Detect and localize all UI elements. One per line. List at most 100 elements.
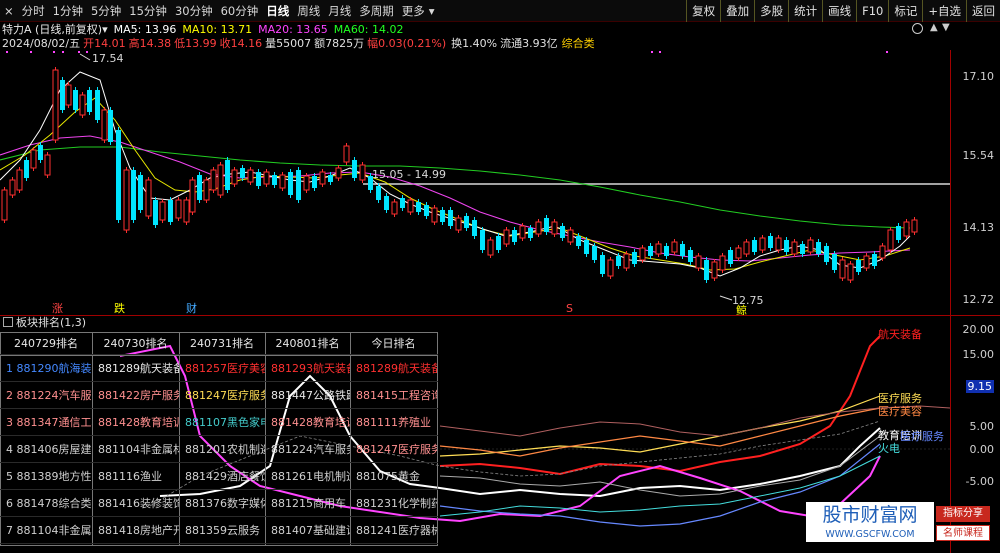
period-toolbar: × 分时 1分钟 5分钟 15分钟 30分钟 60分钟 日线 周线 月线 多周期…	[0, 0, 1000, 22]
ma20-value: MA20: 13.65	[258, 22, 328, 36]
chevron-up-icon[interactable]: ▲	[930, 22, 938, 33]
candle-body	[30, 149, 37, 169]
ranking-axis-label: 20.00	[962, 323, 995, 336]
close-icon[interactable]	[3, 317, 13, 327]
course-tag[interactable]: 名师课程	[936, 525, 990, 541]
candle-body	[719, 255, 726, 271]
candle-body	[391, 201, 398, 215]
candle-body	[856, 260, 861, 272]
tab-weekly[interactable]: 周线	[293, 3, 324, 19]
change-value: 幅0.03(0.21%)	[367, 37, 447, 50]
tab-1min[interactable]: 1分钟	[49, 3, 87, 19]
table-cell: 3 881347通信工程	[6, 416, 92, 429]
table-cell: 881428教育培训	[98, 416, 179, 429]
ma10-value: MA10: 13.71	[182, 22, 253, 36]
candle-body	[711, 261, 718, 279]
table-row[interactable]: 6 881478综合类 881416装修装饰 881376数字媒体 881215商用车…	[0, 490, 438, 517]
indicator-share-tag[interactable]: 指标分享	[936, 506, 990, 522]
f10-button[interactable]: F10	[856, 0, 888, 22]
restore-rights-button[interactable]: 复权	[686, 0, 720, 22]
candle-body	[455, 217, 462, 231]
candle-body	[440, 210, 445, 222]
event-die[interactable]: 跌	[114, 301, 125, 315]
tab-monthly[interactable]: 月线	[324, 3, 355, 19]
quote-info-row: 2024/08/02/五 开14.01 高14.38 低13.99 收14.16…	[0, 36, 1000, 50]
candle-body	[464, 216, 469, 228]
table-row[interactable]: 4 881406房屋建设 881104非金属材料 881201农机制造 881224汽…	[0, 436, 438, 463]
sector-label[interactable]: 综合类	[562, 35, 595, 51]
event-zhang[interactable]: 涨	[52, 302, 63, 315]
close-icon[interactable]: ×	[0, 4, 18, 18]
tab-more[interactable]: 更多	[398, 3, 429, 19]
float-value: 流通3.93亿	[500, 37, 558, 50]
tab-multi-period[interactable]: 多周期	[355, 3, 398, 19]
table-row[interactable]: 1 881290航海装备 881289航天装备 881257医疗美容 881293航天…	[0, 355, 438, 382]
sector-annotation: 火电	[878, 442, 900, 455]
candle-body	[52, 69, 59, 141]
chevron-down-icon[interactable]: ▾	[429, 4, 435, 18]
table-row[interactable]: 3 881347通信工程 881428教育培训 881107黑色家电 881428教育…	[0, 409, 438, 436]
candle-body	[240, 168, 245, 178]
ranking-axis-label: 0.00	[969, 443, 995, 456]
candle-body	[791, 241, 798, 255]
table-row[interactable]: 2 881224汽车服务 881422房产服务 881247医疗服务 881447公路…	[0, 382, 438, 409]
candle-body	[123, 169, 130, 231]
tab-15min[interactable]: 15分钟	[125, 3, 171, 19]
price-axis-label: 12.72	[962, 293, 995, 306]
candle-body	[116, 130, 121, 220]
draw-line-button[interactable]: 画线	[822, 0, 856, 22]
candle-body	[503, 229, 510, 245]
table-cell: 881422房产服务	[98, 389, 179, 402]
candle-body	[872, 254, 877, 266]
chevron-down-icon[interactable]: ▾	[102, 23, 108, 36]
turnover-value: 换1.40%	[451, 37, 498, 50]
event-cai[interactable]: 财	[186, 301, 197, 315]
candle-body	[759, 237, 766, 251]
open-price: 开14.01	[83, 37, 126, 50]
candle-body	[896, 226, 901, 240]
tab-daily[interactable]: 日线	[262, 3, 293, 19]
candle-body	[352, 160, 357, 178]
statistics-button[interactable]: 统计	[788, 0, 822, 22]
candle-body	[319, 171, 326, 185]
lower-panel-title[interactable]: 板块排名(1,3)	[16, 316, 86, 329]
candle-body	[639, 247, 646, 261]
settings-circle-icon[interactable]	[912, 23, 923, 34]
table-row[interactable]: 5 881389地方性银行 881116渔业 881429酒店餐饮 881261电机制…	[0, 463, 438, 490]
tab-60min[interactable]: 60分钟	[217, 3, 263, 19]
candle-body	[784, 240, 789, 252]
price-axis: 17.10 15.54 14.13 12.72	[950, 50, 1000, 316]
candle-body	[44, 154, 51, 176]
sector-annotation: 航天装备	[878, 327, 922, 341]
table-cell: 881247医疗服务	[185, 389, 265, 402]
candlestick-chart[interactable]: 17.54 15.05 - 14.99 12.75 涨 跌 财 S 鲸	[0, 50, 1000, 316]
candle-body	[197, 175, 202, 200]
mark-button[interactable]: 标记	[888, 0, 922, 22]
table-cell: 7 881104非金属材料	[6, 524, 92, 537]
table-cell: 881416装修装饰	[98, 497, 179, 510]
ranking-axis-label: 15.00	[962, 348, 995, 361]
candle-body	[431, 207, 438, 223]
candle-body	[359, 164, 366, 181]
candle-body	[903, 221, 910, 237]
candle-body	[807, 239, 814, 253]
overlay-button[interactable]: 叠加	[720, 0, 754, 22]
table-cell: 881231化学制药	[356, 497, 437, 510]
tab-5min[interactable]: 5分钟	[87, 3, 125, 19]
volume-value: 量55007	[265, 37, 312, 50]
price-axis-label: 15.54	[962, 149, 995, 162]
table-cell: 881241医疗器械	[356, 524, 437, 537]
table-cell: 881429酒店餐饮	[185, 470, 265, 483]
event-s[interactable]: S	[566, 302, 573, 315]
multi-stock-button[interactable]: 多股	[754, 0, 788, 22]
candle-body	[728, 250, 733, 264]
candle-body	[303, 175, 310, 191]
back-button[interactable]: 返回	[966, 0, 1000, 22]
tab-fenshi[interactable]: 分时	[18, 3, 49, 19]
chevron-down-icon[interactable]: ▼	[942, 22, 950, 33]
add-watchlist-button[interactable]: +自选	[922, 0, 966, 22]
table-row[interactable]: 7 881104非金属材料 881418房地产开发 881359云服务 881407基…	[0, 517, 438, 544]
candle-body	[560, 226, 565, 238]
column-header: 今日排名	[371, 337, 416, 350]
tab-30min[interactable]: 30分钟	[171, 3, 217, 19]
